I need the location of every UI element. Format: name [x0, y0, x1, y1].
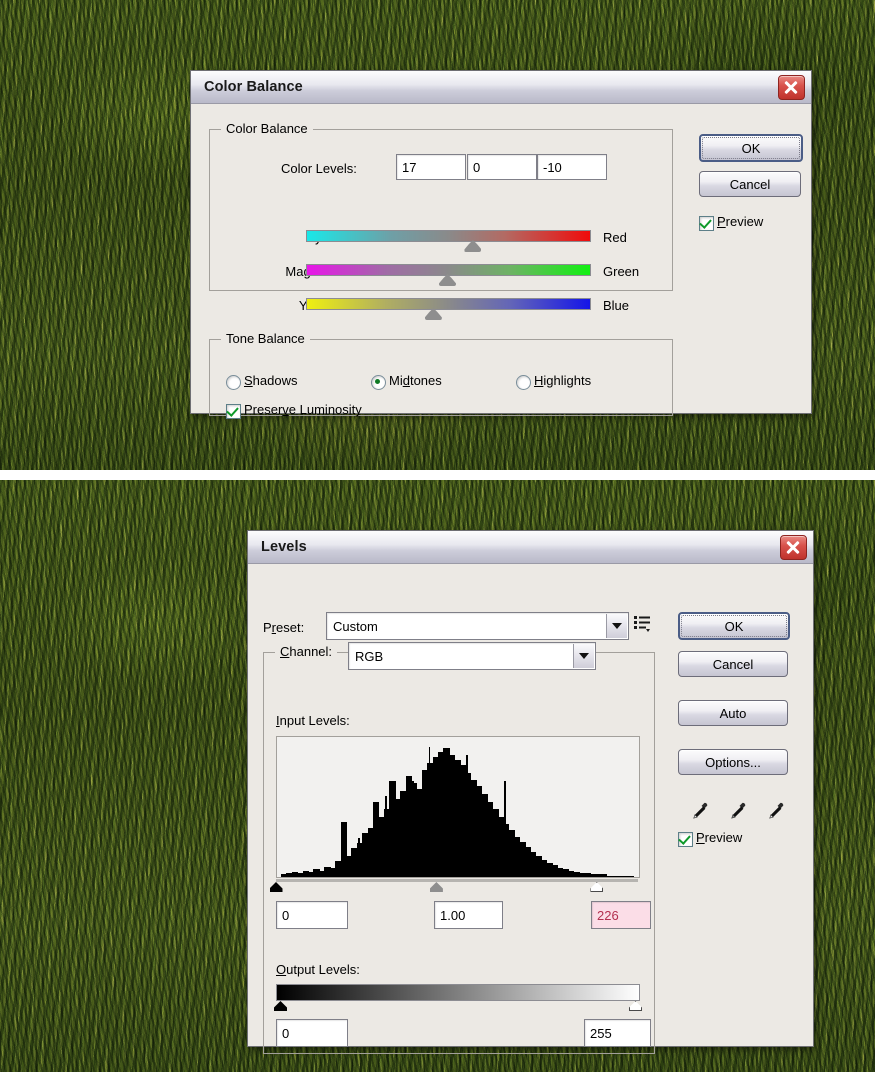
- chevron-down-icon[interactable]: [573, 644, 594, 668]
- color-balance-dialog[interactable]: Color Balance Color Balance Color Levels…: [190, 70, 812, 419]
- checkbox-preview[interactable]: [678, 832, 693, 847]
- checkbox-preserve-luminosity[interactable]: [226, 404, 241, 419]
- label-preview: Preview: [717, 214, 764, 229]
- input-gamma-field[interactable]: 1.00: [434, 901, 503, 929]
- tone-balance-group-title: Tone Balance: [221, 331, 310, 346]
- output-levels-label: Output Levels:: [276, 962, 360, 977]
- slider-label-blue: Blue: [603, 298, 630, 313]
- cyan-red-slider-track[interactable]: [306, 230, 591, 242]
- auto-button[interactable]: Auto: [678, 700, 788, 726]
- yellow-blue-slider-track[interactable]: [306, 298, 591, 310]
- levels-title: Levels: [261, 539, 307, 555]
- slider-label-green: Green: [603, 264, 640, 279]
- color-levels-label: Color Levels:: [281, 161, 357, 176]
- radio-midtones[interactable]: [371, 375, 386, 390]
- output-levels-slider-track[interactable]: [276, 1001, 638, 1004]
- color-balance-titlebar[interactable]: Color Balance: [191, 71, 811, 104]
- ok-button[interactable]: OK: [699, 134, 803, 162]
- radio-label-highlights: Highlights: [534, 373, 592, 388]
- label-preserve-luminosity: Preserve Luminosity: [244, 402, 362, 417]
- levels-dialog[interactable]: Levels Preset: Custom Channel: RGB Input…: [247, 530, 814, 1054]
- output-levels-gradient: [276, 984, 640, 1001]
- color-balance-group-title: Color Balance: [221, 121, 313, 136]
- cancel-button[interactable]: Cancel: [678, 651, 788, 677]
- input-levels-label: Input Levels:: [276, 713, 350, 728]
- preset-menu-icon[interactable]: [633, 614, 653, 634]
- channel-label: Channel:: [275, 644, 338, 659]
- close-icon[interactable]: [780, 534, 807, 560]
- preset-dropdown[interactable]: Custom: [326, 612, 629, 640]
- input-white-field[interactable]: 226: [591, 901, 651, 929]
- output-black-field[interactable]: 0: [276, 1019, 348, 1047]
- radio-highlights[interactable]: [516, 375, 531, 390]
- options-button[interactable]: Options...: [678, 749, 788, 775]
- radio-label-shadows: Shadows: [244, 373, 298, 388]
- histogram-chart: [276, 736, 640, 878]
- output-white-field[interactable]: 255: [584, 1019, 651, 1047]
- radio-label-midtones: Midtones: [389, 373, 442, 388]
- cancel-button[interactable]: Cancel: [699, 171, 801, 197]
- white-point-eyedropper[interactable]: [764, 800, 786, 822]
- color-level-red-field[interactable]: 17: [396, 154, 466, 180]
- preset-label: Preset:: [263, 620, 305, 635]
- close-icon[interactable]: [778, 74, 805, 100]
- label-preview: Preview: [696, 830, 743, 845]
- black-point-eyedropper[interactable]: [688, 800, 710, 822]
- gray-point-eyedropper[interactable]: [726, 800, 748, 822]
- magenta-green-slider-track[interactable]: [306, 264, 591, 276]
- checkbox-preview[interactable]: [699, 216, 714, 231]
- levels-titlebar[interactable]: Levels: [248, 531, 813, 564]
- ok-button[interactable]: OK: [678, 612, 790, 640]
- input-levels-slider-track[interactable]: [276, 879, 638, 882]
- channel-dropdown[interactable]: RGB: [348, 642, 596, 670]
- input-black-field[interactable]: 0: [276, 901, 348, 929]
- color-level-blue-field[interactable]: -10: [537, 154, 607, 180]
- radio-shadows[interactable]: [226, 375, 241, 390]
- color-level-green-field[interactable]: 0: [467, 154, 537, 180]
- chevron-down-icon[interactable]: [606, 614, 627, 638]
- slider-label-red: Red: [603, 230, 627, 245]
- color-balance-title: Color Balance: [204, 79, 303, 95]
